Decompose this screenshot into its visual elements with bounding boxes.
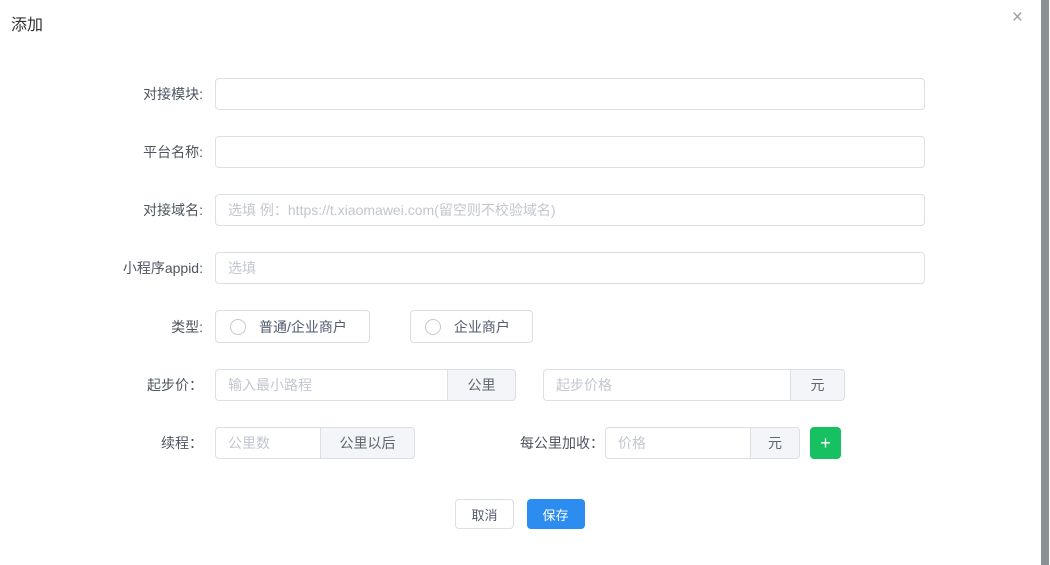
radio-option-label: 普通/企业商户	[259, 317, 347, 337]
extend-distance-group: 公里以后	[215, 427, 415, 459]
base-price-label: 起步价：	[0, 375, 215, 395]
add-form: 对接模块: 平台名称: 对接域名: 小程序appid: 类型: 普通/企业商户 …	[0, 78, 1040, 529]
page-scrollbar[interactable]	[1041, 0, 1049, 565]
base-fare-input[interactable]	[543, 369, 790, 401]
row-base-price: 起步价： 公里 元	[0, 369, 1040, 401]
domain-input[interactable]	[215, 194, 925, 226]
appid-input[interactable]	[215, 252, 925, 284]
add-tier-button[interactable]: +	[810, 427, 841, 459]
extend-distance-input[interactable]	[215, 427, 320, 459]
close-icon[interactable]: ×	[1012, 8, 1023, 27]
per-km-price-input[interactable]	[605, 427, 750, 459]
row-extend: 续程： 公里以后 每公里加收： 元 +	[0, 427, 1040, 459]
module-label: 对接模块:	[0, 84, 215, 104]
appid-label: 小程序appid:	[0, 258, 215, 278]
extend-label: 续程：	[0, 433, 215, 453]
radio-icon	[230, 319, 246, 335]
platform-label: 平台名称:	[0, 142, 215, 162]
yuan-suffix: 元	[750, 427, 800, 459]
domain-label: 对接域名:	[0, 200, 215, 220]
dialog-footer: 取消 保存	[0, 499, 1040, 529]
yuan-suffix: 元	[790, 369, 845, 401]
radio-option-enterprise-merchant[interactable]: 企业商户	[410, 310, 533, 343]
plus-icon: +	[820, 433, 831, 453]
module-input[interactable]	[215, 78, 925, 110]
per-km-price-group: 元	[605, 427, 800, 459]
type-label: 类型:	[0, 317, 215, 337]
cancel-button[interactable]: 取消	[455, 499, 513, 529]
row-appid: 小程序appid:	[0, 252, 1040, 284]
radio-option-label: 企业商户	[454, 317, 510, 337]
radio-option-normal-merchant[interactable]: 普通/企业商户	[215, 310, 370, 343]
row-module: 对接模块:	[0, 78, 1040, 110]
min-distance-input[interactable]	[215, 369, 447, 401]
per-km-label: 每公里加收：	[520, 433, 604, 453]
row-platform: 平台名称:	[0, 136, 1040, 168]
base-fare-group: 元	[543, 369, 845, 401]
km-after-suffix: 公里以后	[320, 427, 415, 459]
row-type: 类型: 普通/企业商户 企业商户	[0, 310, 1040, 343]
min-distance-group: 公里	[215, 369, 516, 401]
dialog-title: 添加	[11, 11, 43, 35]
radio-icon	[425, 319, 441, 335]
row-domain: 对接域名:	[0, 194, 1040, 226]
platform-input[interactable]	[215, 136, 925, 168]
save-button[interactable]: 保存	[527, 499, 585, 529]
km-suffix: 公里	[447, 369, 516, 401]
